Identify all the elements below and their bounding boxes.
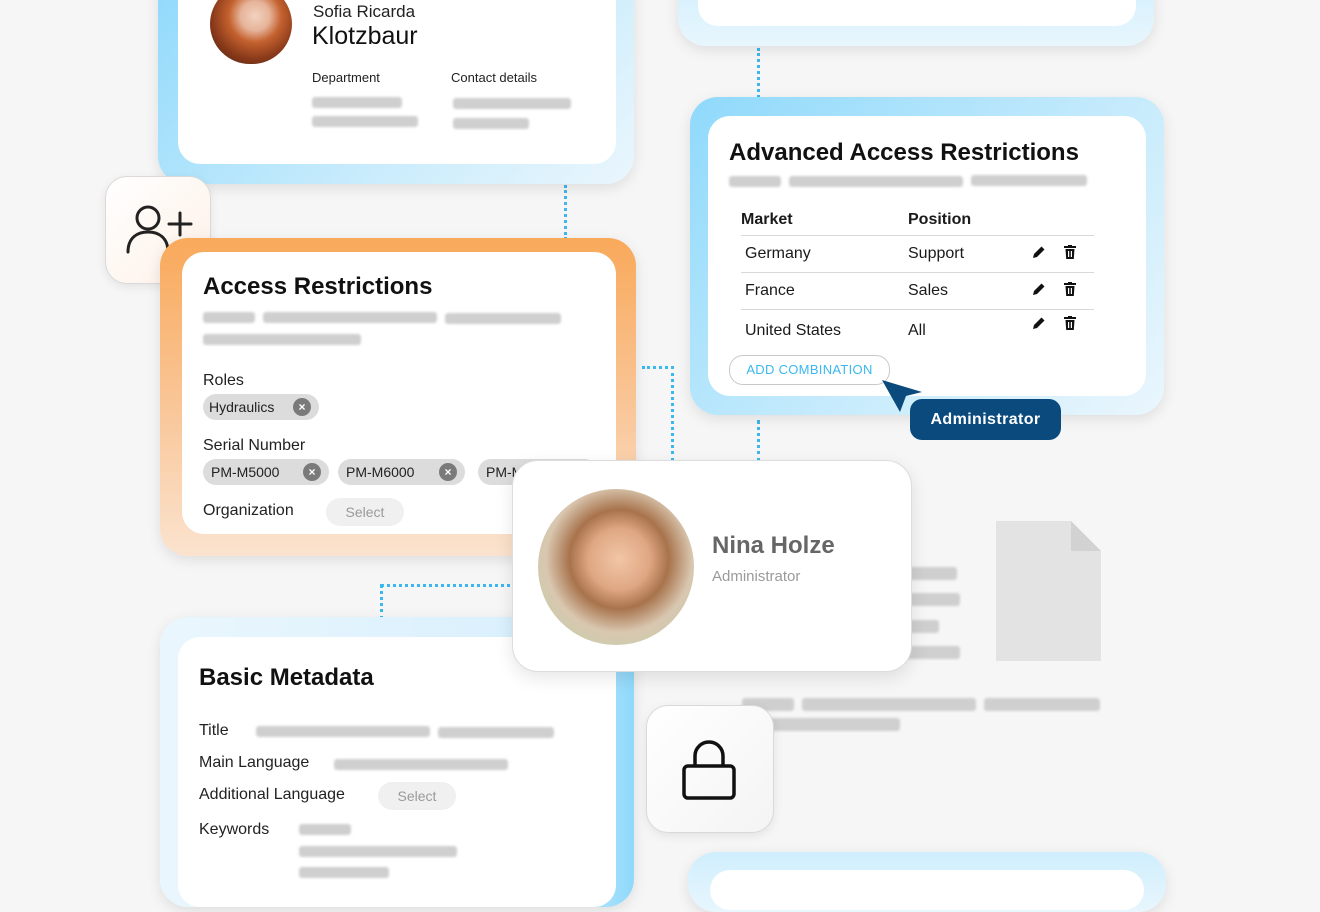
placeholder-text xyxy=(334,759,508,770)
serial-chip[interactable]: PM-M6000 × xyxy=(338,459,465,485)
column-edit xyxy=(1032,205,1064,236)
first-name: Sofia Ricarda xyxy=(313,2,416,21)
position-cell: All xyxy=(908,309,1032,352)
advanced-access-card: Advanced Access Restrictions Market Posi… xyxy=(708,116,1146,396)
connector-line xyxy=(671,366,674,461)
top-card-frame xyxy=(678,0,1154,46)
market-position-table: Market Position Germany Support France S… xyxy=(741,205,1094,352)
main-language-label: Main Language xyxy=(199,754,310,771)
department-label: Department xyxy=(312,70,380,85)
connector-line xyxy=(381,584,516,587)
user-role: Administrator xyxy=(712,568,801,585)
placeholder-text xyxy=(299,867,389,878)
connector-line xyxy=(642,366,674,369)
roles-label: Roles xyxy=(203,372,244,389)
market-cell: Germany xyxy=(741,235,908,273)
pencil-icon[interactable] xyxy=(1032,272,1064,310)
placeholder-text xyxy=(299,824,351,835)
placeholder-text xyxy=(256,726,430,737)
placeholder-text xyxy=(453,98,571,109)
trash-icon[interactable] xyxy=(1064,272,1094,310)
lock-icon xyxy=(681,739,737,806)
profile-card-frame: Sofia Ricarda Klotzbaur Department Conta… xyxy=(158,0,634,184)
placeholder-text xyxy=(299,846,457,857)
connector-line xyxy=(564,185,567,240)
close-icon[interactable]: × xyxy=(439,463,457,481)
basic-metadata-card: Basic Metadata Title Main Language Addit… xyxy=(178,637,616,907)
column-market: Market xyxy=(741,211,793,228)
document-icon xyxy=(996,521,1101,666)
role-chip[interactable]: Hydraulics × xyxy=(203,394,319,420)
pencil-icon[interactable] xyxy=(1032,235,1064,273)
close-icon[interactable]: × xyxy=(293,398,311,416)
connector-line xyxy=(757,420,760,462)
connector-line xyxy=(757,48,760,98)
table-header: Market Position xyxy=(741,205,1094,236)
top-card xyxy=(698,0,1136,26)
connector-line xyxy=(380,584,383,620)
advanced-access-title: Advanced Access Restrictions xyxy=(729,139,1079,166)
title-label: Title xyxy=(199,722,229,739)
bottom-card xyxy=(710,870,1144,910)
serial-number-label: Serial Number xyxy=(203,437,306,454)
placeholder-text xyxy=(445,313,561,324)
placeholder-text xyxy=(203,312,255,323)
contact-label: Contact details xyxy=(451,70,537,85)
placeholder-text xyxy=(905,567,957,580)
column-position: Position xyxy=(908,211,972,228)
table-row: Germany Support xyxy=(741,235,1094,273)
user-popup: Nina Holze Administrator xyxy=(512,460,912,672)
organization-select[interactable]: Select xyxy=(326,498,404,526)
add-combination-button[interactable]: ADD COMBINATION xyxy=(729,355,890,385)
market-cell: France xyxy=(741,272,908,310)
placeholder-text xyxy=(438,727,554,738)
placeholder-text xyxy=(312,116,418,127)
table-row: France Sales xyxy=(741,272,1094,310)
trash-icon[interactable] xyxy=(1064,309,1094,352)
placeholder-text xyxy=(203,334,361,345)
profile-card: Sofia Ricarda Klotzbaur Department Conta… xyxy=(178,0,616,164)
additional-language-select[interactable]: Select xyxy=(378,782,456,810)
placeholder-text xyxy=(312,97,402,108)
placeholder-text xyxy=(263,312,437,323)
serial-chip[interactable]: PM-M5000 × xyxy=(203,459,329,485)
advanced-access-frame: Advanced Access Restrictions Market Posi… xyxy=(690,97,1164,415)
lock-tile[interactable] xyxy=(646,705,774,833)
bottom-card-frame xyxy=(688,852,1166,912)
organization-label: Organization xyxy=(203,502,294,519)
position-cell: Sales xyxy=(908,272,1032,310)
placeholder-text xyxy=(729,176,781,187)
table-row: United States All xyxy=(741,309,1094,352)
access-restrictions-title: Access Restrictions xyxy=(203,273,433,300)
placeholder-text xyxy=(905,646,960,659)
placeholder-text xyxy=(789,176,963,187)
avatar xyxy=(210,0,292,64)
last-name: Klotzbaur xyxy=(312,22,418,50)
placeholder-text xyxy=(453,118,529,129)
administrator-badge: Administrator xyxy=(910,399,1061,440)
position-cell: Support xyxy=(908,235,1032,273)
placeholder-text xyxy=(971,175,1087,186)
basic-metadata-title: Basic Metadata xyxy=(199,664,374,691)
market-cell: United States xyxy=(741,309,908,352)
pencil-icon[interactable] xyxy=(1032,309,1064,352)
user-name: Nina Holze xyxy=(712,532,835,559)
additional-language-label: Additional Language xyxy=(199,786,345,803)
placeholder-text xyxy=(905,593,960,606)
trash-icon[interactable] xyxy=(1064,235,1094,273)
close-icon[interactable]: × xyxy=(303,463,321,481)
avatar xyxy=(538,489,694,645)
placeholder-text xyxy=(984,698,1100,711)
column-delete xyxy=(1064,205,1094,236)
placeholder-text xyxy=(802,698,976,711)
keywords-label: Keywords xyxy=(199,821,270,838)
